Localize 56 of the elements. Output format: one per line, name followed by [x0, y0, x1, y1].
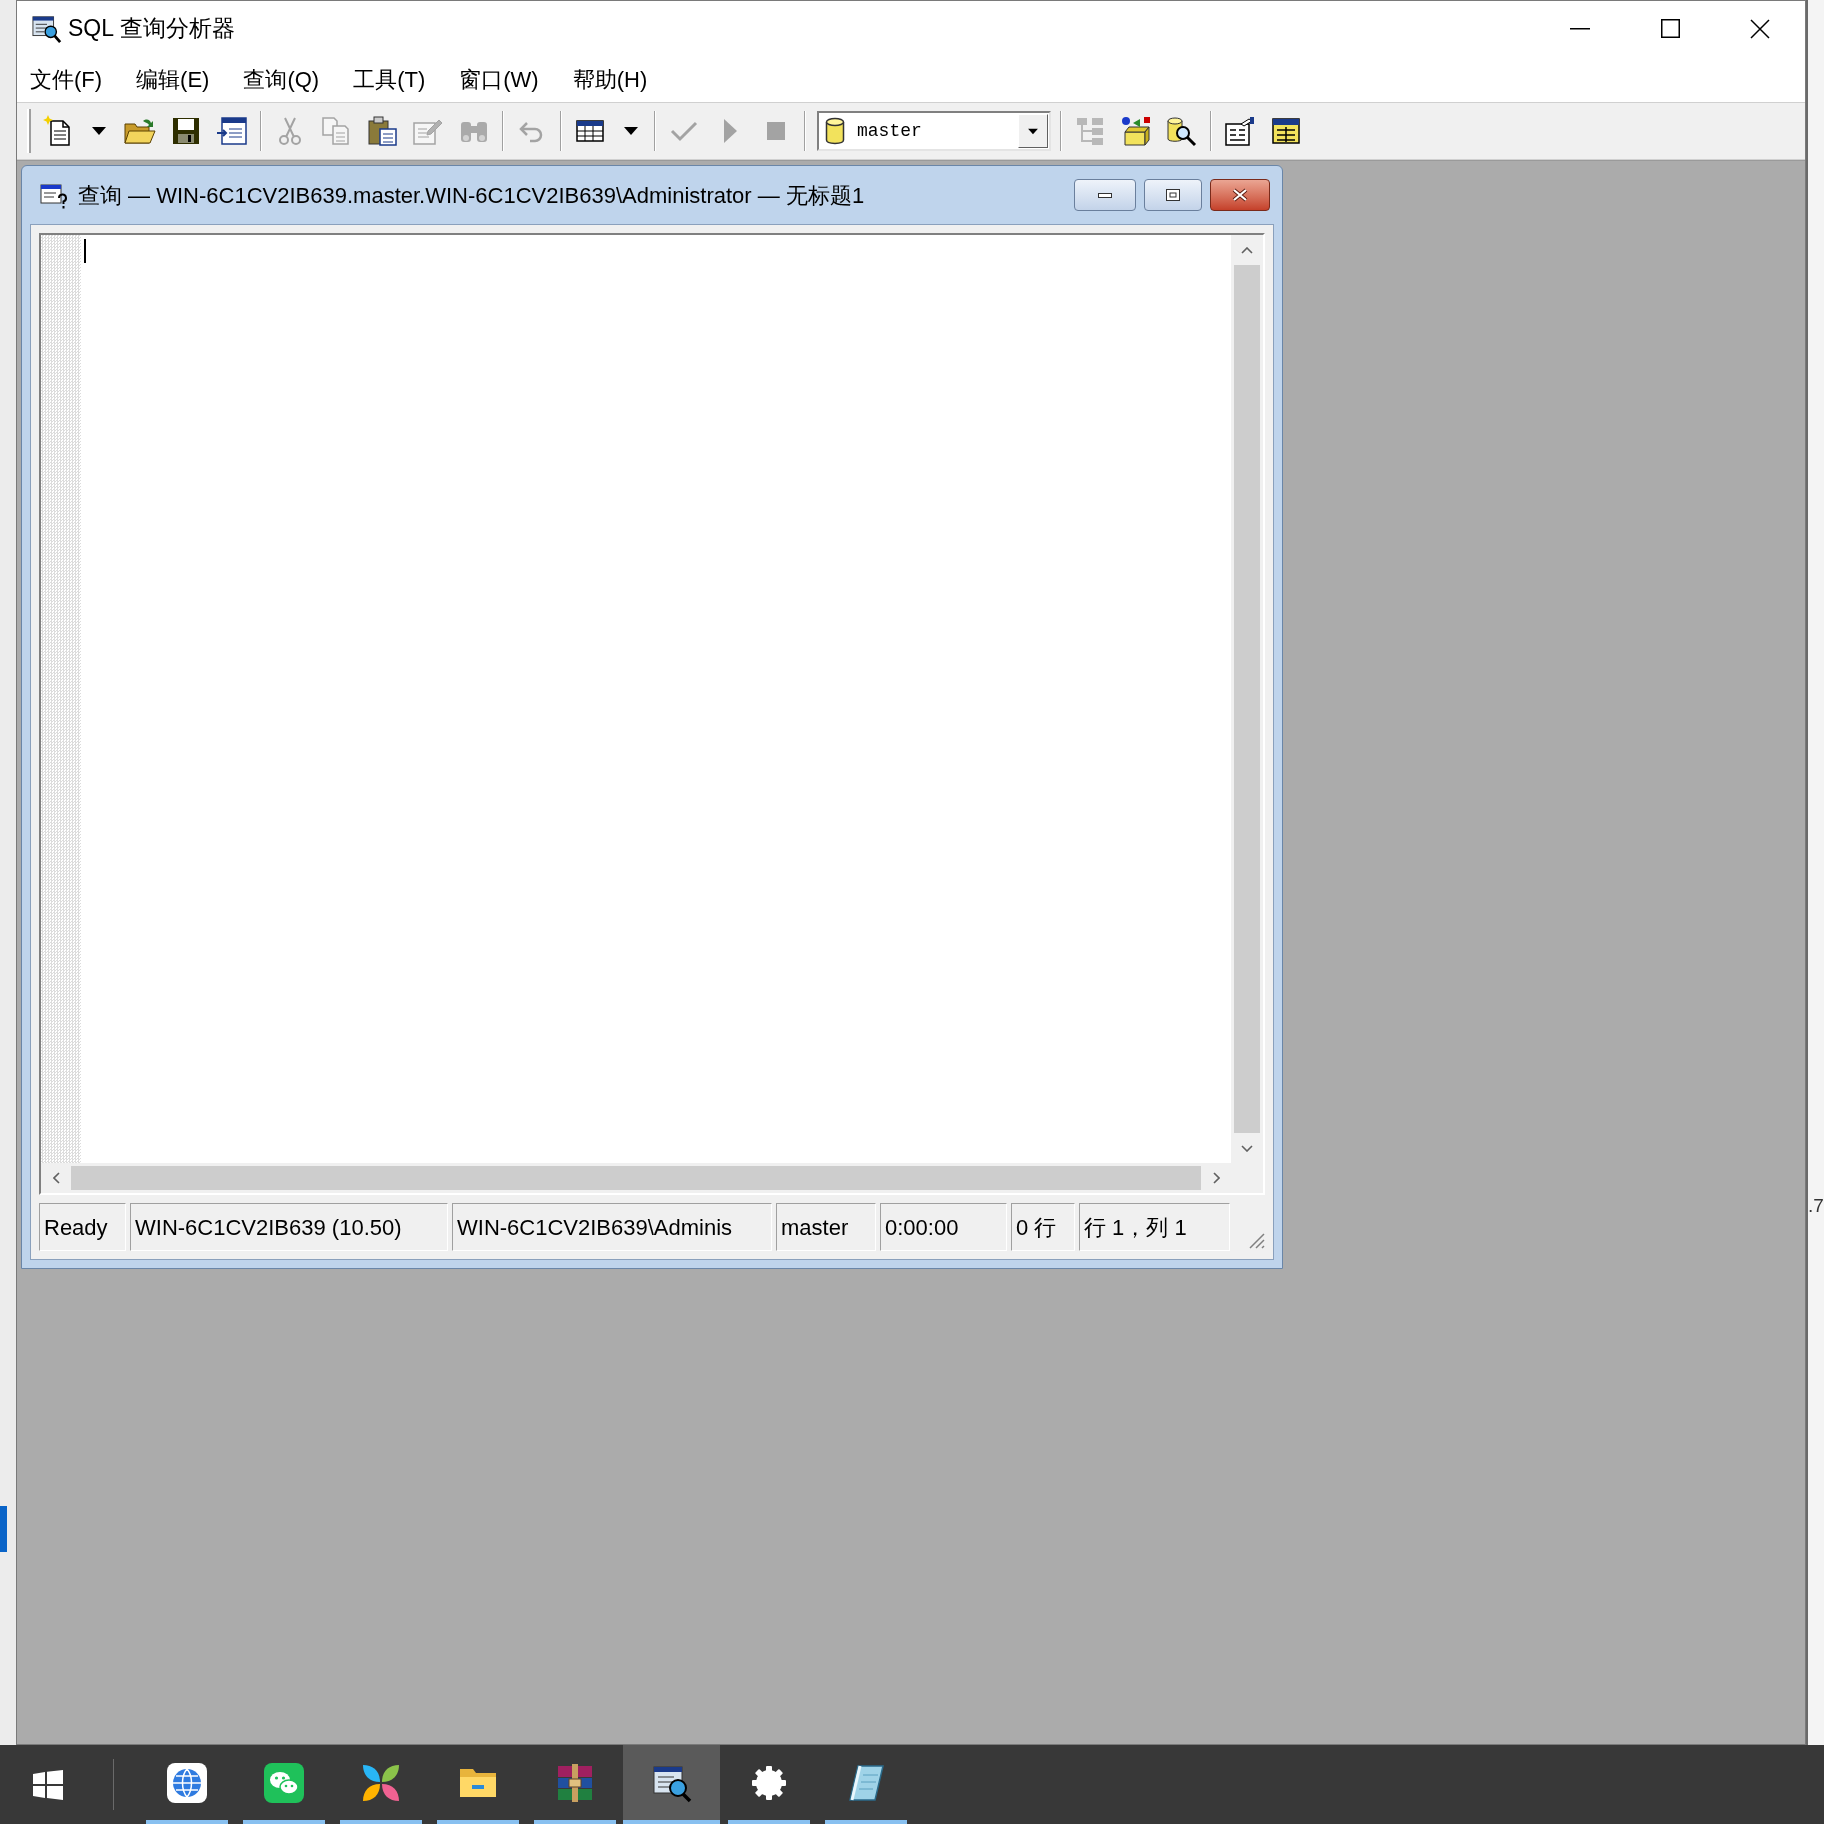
status-pane: Ready — [39, 1203, 126, 1251]
database-dropdown[interactable]: master — [817, 111, 1051, 151]
database-search-icon — [1166, 115, 1198, 147]
toolbar-grip — [27, 109, 31, 153]
minimize-button[interactable] — [1074, 179, 1136, 211]
query-window-title: 查询 — WIN-6C1CV2IB639.master.WIN-6C1CV2IB639\Administrator — 无标题1 — [78, 181, 865, 210]
form-icon — [1224, 115, 1256, 147]
clipboard-icon — [366, 115, 398, 147]
status-pane: 0:00:00 — [880, 1203, 1007, 1251]
chevron-down-icon — [1241, 1144, 1253, 1152]
scrollbar-thumb[interactable] — [71, 1166, 1201, 1190]
document-question-icon — [40, 181, 68, 209]
menu-item[interactable]: 文件(F) — [18, 60, 115, 98]
caret-down-icon — [91, 126, 107, 136]
chevron-up-icon — [1241, 246, 1253, 254]
scrollbar-thumb[interactable] — [1234, 265, 1260, 1133]
status-pane: master — [776, 1203, 876, 1251]
horizontal-scrollbar[interactable] — [41, 1163, 1231, 1193]
tree-icon — [1074, 115, 1106, 147]
menu-item[interactable]: 查询(Q) — [231, 60, 332, 98]
minimize-icon — [1098, 192, 1112, 198]
chevron-left-icon — [52, 1172, 60, 1184]
dropdown-button[interactable] — [1018, 114, 1048, 148]
copy-icon — [320, 115, 352, 147]
window-icon — [216, 115, 248, 147]
status-pane: 行 1，列 1 — [1079, 1203, 1230, 1251]
menu-item[interactable]: 窗口(W) — [447, 60, 551, 98]
chevron-right-icon — [1212, 1172, 1220, 1184]
status-pane: WIN-6C1CV2IB639 (10.50) — [130, 1203, 448, 1251]
vertical-scrollbar[interactable] — [1231, 235, 1263, 1163]
chat-bubbles-icon — [263, 1762, 304, 1803]
caret-down-icon — [623, 126, 639, 136]
globe-icon — [166, 1762, 207, 1803]
maximize-icon — [1660, 19, 1680, 38]
status-pane: 0 行 — [1011, 1203, 1075, 1251]
restore-icon — [1166, 189, 1180, 201]
window-title: SQL 查询分析器 — [68, 14, 235, 44]
petals-icon — [360, 1762, 401, 1803]
restore-button[interactable] — [1144, 179, 1202, 211]
close-icon — [1750, 18, 1770, 39]
taskbar-button[interactable] — [623, 1745, 720, 1824]
menu-item[interactable]: 工具(T) — [341, 60, 438, 98]
window-edge-strip — [0, 1506, 7, 1552]
magnifier-window-icon — [32, 13, 62, 44]
minimize-icon — [1570, 27, 1590, 30]
menu-item[interactable]: 编辑(E) — [124, 60, 222, 98]
window-panes-icon — [32, 1769, 63, 1800]
boxes-icon — [1120, 115, 1152, 147]
caret-down-icon — [1027, 127, 1039, 135]
menu-item[interactable]: 帮助(H) — [560, 60, 660, 98]
partial-text: .7 — [1808, 1196, 1824, 1215]
status-pane: WIN-6C1CV2IB639\Adminis — [452, 1203, 772, 1251]
close-icon — [1232, 188, 1248, 202]
close-button[interactable] — [1210, 179, 1270, 211]
database-icon — [825, 117, 845, 145]
table-window-icon — [1270, 115, 1302, 147]
